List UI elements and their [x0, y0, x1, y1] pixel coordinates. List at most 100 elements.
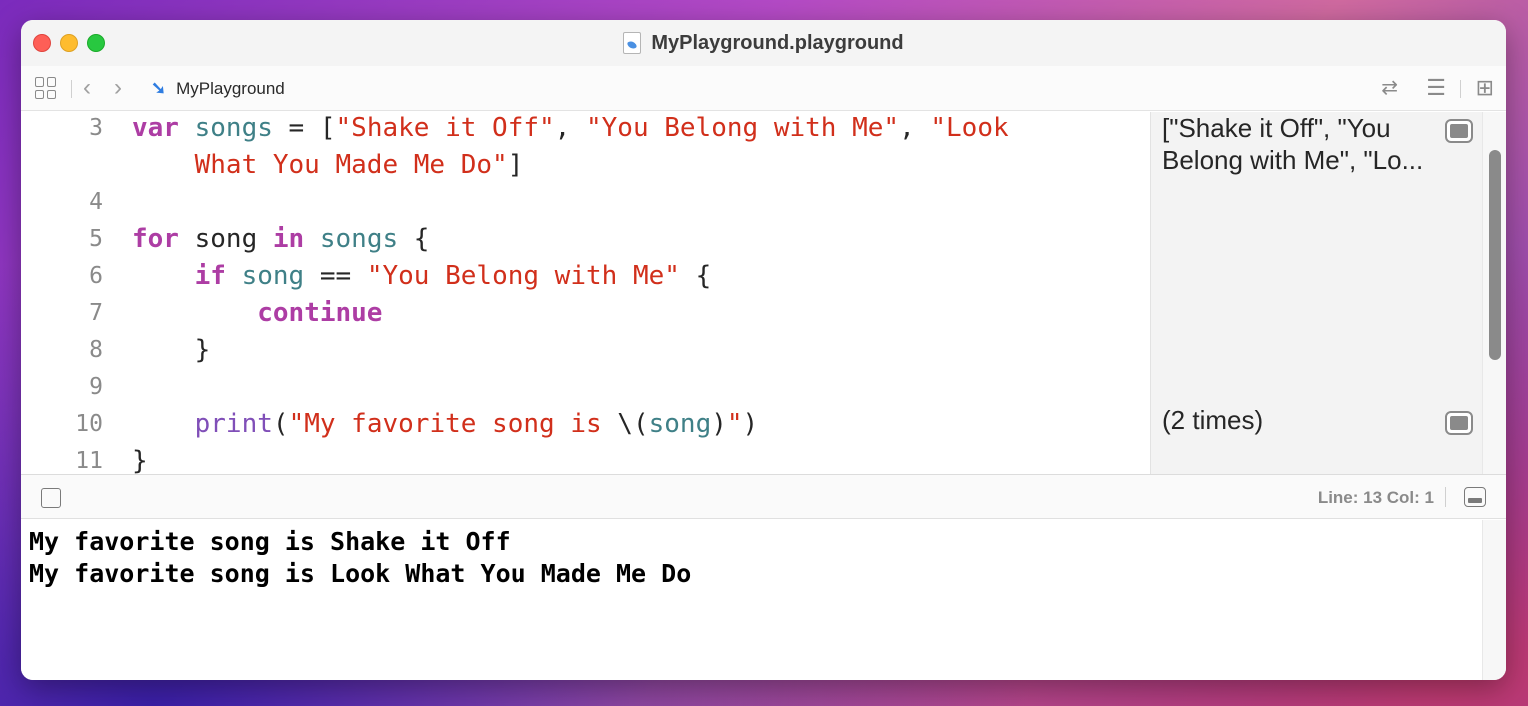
line-number: 7: [89, 300, 103, 326]
code-token: "You Belong with Me": [585, 113, 900, 143]
code-text: if song == "You Belong with Me" {: [132, 258, 712, 295]
code-token: in: [272, 224, 305, 254]
code-line[interactable]: 9: [21, 369, 1150, 406]
code-token: ]: [507, 150, 524, 180]
result-line-10: (2 times): [1162, 405, 1264, 435]
line-number: 9: [89, 374, 103, 400]
code-token: ": [726, 409, 743, 439]
code-text: continue: [132, 295, 382, 332]
code-text: }: [132, 443, 148, 474]
inspector-lines-icon[interactable]: ☰: [1426, 75, 1446, 101]
chevron-left-icon[interactable]: ‹: [83, 74, 91, 102]
code-text: }: [132, 332, 211, 369]
scroll-thumb[interactable]: [1489, 150, 1501, 360]
code-line[interactable]: 3 var songs = ["Shake it Off", "You Belon…: [21, 112, 1150, 147]
code-token: \(: [617, 409, 649, 439]
line-number: 11: [75, 448, 103, 474]
window-controls: [33, 34, 105, 52]
code-token: songs: [178, 113, 273, 143]
grid-icon[interactable]: [35, 77, 57, 99]
code-token: continue: [257, 298, 383, 328]
console-line: My favorite song is Look What You Made M…: [29, 559, 692, 588]
code-token: ): [711, 409, 727, 439]
code-token: print: [194, 409, 273, 439]
result-line-3-b: Belong with Me", "Lo...: [1162, 145, 1424, 175]
code-token: song: [648, 409, 712, 439]
line-number: 10: [75, 411, 103, 437]
code-token: song: [225, 261, 305, 291]
minimize-button[interactable]: [60, 34, 78, 52]
code-line[interactable]: 4: [21, 184, 1150, 221]
quick-look-icon[interactable]: [1445, 411, 1473, 435]
code-token: {: [398, 224, 430, 254]
add-panel-icon[interactable]: ⊞: [1476, 75, 1494, 101]
status-bar: Line: 13 Col: 1: [21, 474, 1506, 519]
playground-file-icon: [623, 32, 642, 54]
swift-icon: ➘: [151, 78, 167, 98]
code-token: for: [132, 224, 179, 254]
playground-window: MyPlayground.playground ‹ › ➘ MyPlaygrou…: [21, 20, 1506, 680]
code-text: What You Made Me Do"]: [132, 147, 524, 184]
code-token: "You Belong with Me": [366, 261, 680, 291]
result-line-3-a: ["Shake it Off", "You: [1162, 113, 1391, 143]
code-line[interactable]: 8 }: [21, 332, 1150, 369]
toolbar: ‹ › ➘ MyPlayground ⇄ ☰ ⊞: [21, 66, 1506, 111]
close-button[interactable]: [33, 34, 51, 52]
title-bar: MyPlayground.playground: [21, 20, 1506, 66]
code-token: ): [742, 409, 759, 439]
code-line[interactable]: 6 if song == "You Belong with Me" {: [21, 258, 1150, 295]
code-token: "My favorite song is: [288, 409, 618, 439]
code-token: "Shake it Off": [335, 113, 555, 143]
code-token: "Look: [930, 113, 1009, 143]
console-scrollbar[interactable]: [1482, 520, 1506, 680]
debug-console[interactable]: My favorite song is Shake it Off My favo…: [21, 520, 1482, 680]
swap-arrows-icon[interactable]: ⇄: [1381, 75, 1398, 100]
code-line[interactable]: What You Made Me Do"]: [21, 147, 1150, 184]
code-token: What You Made Me Do": [132, 150, 508, 180]
editor-scrollbar[interactable]: [1482, 112, 1506, 474]
code-token: song: [178, 224, 273, 254]
code-line[interactable]: 11}: [21, 443, 1150, 474]
code-text: for song in songs {: [132, 221, 429, 258]
breadcrumb[interactable]: ➘ MyPlayground: [151, 78, 285, 99]
line-number: 6: [89, 263, 103, 289]
code-token: {: [679, 261, 712, 291]
code-token: ,: [899, 113, 931, 143]
zoom-button[interactable]: [87, 34, 105, 52]
cursor-position: Line: 13 Col: 1: [1317, 488, 1434, 507]
line-number: 4: [89, 189, 103, 215]
code-token: }: [132, 335, 211, 365]
code-token: ==: [304, 261, 367, 291]
chevron-right-icon[interactable]: ›: [114, 74, 122, 102]
breadcrumb-label: MyPlayground: [176, 78, 285, 98]
quick-look-icon[interactable]: [1445, 119, 1473, 143]
run-checkbox-icon[interactable]: [41, 488, 61, 508]
code-token: if: [194, 261, 226, 291]
console-toggle-icon[interactable]: [1464, 487, 1486, 507]
code-line[interactable]: 5 for song in songs {: [21, 221, 1150, 258]
code-token: ,: [554, 113, 586, 143]
status-divider: [1445, 487, 1446, 507]
code-token: songs: [304, 224, 399, 254]
code-token: = [: [272, 113, 336, 143]
line-number: 8: [89, 337, 103, 363]
window-title: MyPlayground.playground: [623, 31, 904, 55]
console-line: My favorite song is Shake it Off: [29, 527, 511, 556]
code-token: }: [132, 446, 148, 474]
result-line-3: ["Shake it Off", "You Belong with Me", "…: [1162, 112, 1423, 176]
toolbar-divider: [71, 80, 72, 98]
code-editor[interactable]: 3 var songs = ["Shake it Off", "You Belon…: [21, 112, 1150, 474]
window-title-text: MyPlayground.playground: [651, 31, 904, 54]
code-token: (: [272, 409, 289, 439]
code-token: var: [132, 113, 179, 143]
code-text: var songs = ["Shake it Off", "You Belong…: [132, 112, 1009, 147]
results-sidebar: ["Shake it Off", "You Belong with Me", "…: [1150, 112, 1482, 474]
code-line[interactable]: 10 print("My favorite song is \(song)"): [21, 406, 1150, 443]
line-number: 3: [89, 115, 103, 141]
code-line[interactable]: 7 continue: [21, 295, 1150, 332]
code-text: print("My favorite song is \(song)"): [132, 406, 759, 443]
toolbar-divider: [1460, 80, 1461, 98]
